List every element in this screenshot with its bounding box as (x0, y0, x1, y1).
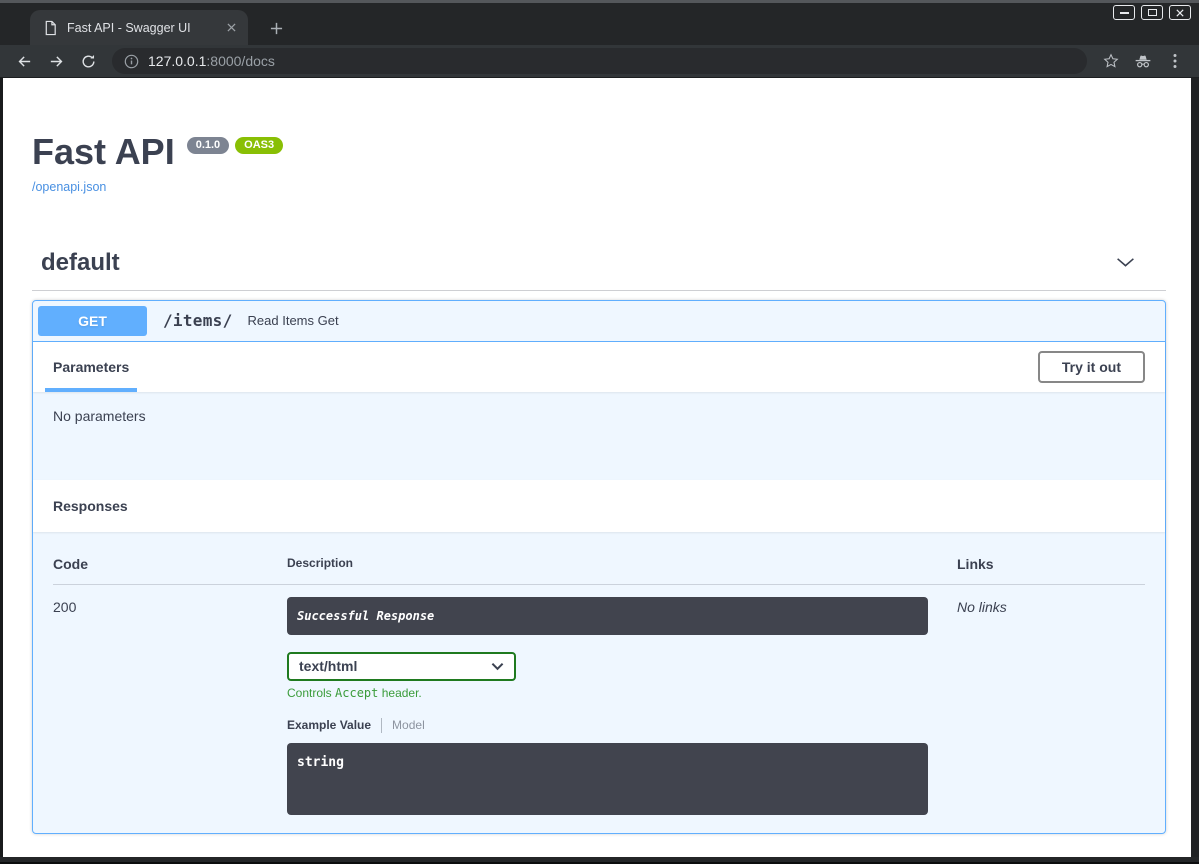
parameters-title: Parameters (53, 359, 129, 375)
no-parameters-message: No parameters (53, 408, 146, 424)
accept-note-code: Accept (335, 686, 378, 700)
try-it-out-button[interactable]: Try it out (1038, 351, 1145, 383)
operation-path: /items/ (147, 311, 243, 330)
accept-note-prefix: Controls (287, 686, 335, 700)
site-info-icon[interactable] (124, 54, 139, 69)
browser-toolbar: 127.0.0.1:8000/docs (0, 45, 1199, 78)
page-favicon-icon (43, 20, 58, 36)
response-description-text: Successful Response (297, 609, 434, 623)
oas3-badge: OAS3 (235, 137, 283, 154)
browser-window: Fast API - Swagger UI (0, 0, 1199, 864)
tab-title: Fast API - Swagger UI (67, 21, 213, 35)
back-icon[interactable] (10, 47, 38, 75)
responses-table: Code Description Links 200 Successful Re… (53, 544, 1145, 815)
tab-separator (381, 718, 382, 733)
example-value-text: string (297, 755, 344, 770)
http-method-badge[interactable]: GET (38, 306, 147, 336)
api-title: Fast API 0.1.0 OAS3 (32, 133, 1166, 171)
address-bar[interactable]: 127.0.0.1:8000/docs (112, 48, 1087, 74)
url-text: 127.0.0.1:8000/docs (148, 53, 275, 69)
api-info-section: Fast API 0.1.0 OAS3 /openapi.json (32, 133, 1166, 196)
links-column-header: Links (957, 544, 1145, 585)
swagger-page: Fast API 0.1.0 OAS3 /openapi.json defaul… (3, 78, 1191, 857)
operation-summary-text: Read Items Get (243, 313, 339, 328)
tab-example-value[interactable]: Example Value (287, 718, 371, 732)
tag-name: default (41, 249, 120, 277)
forward-icon[interactable] (42, 47, 70, 75)
operation-summary[interactable]: GET /items/ Read Items Get (33, 301, 1165, 342)
parameters-header: Parameters Try it out (33, 342, 1165, 392)
response-links: No links (957, 585, 1145, 815)
code-column-header: Code (53, 544, 287, 585)
media-type-select[interactable]: text/html (287, 652, 516, 681)
incognito-icon (1129, 47, 1157, 75)
window-bottom-border (0, 857, 1199, 864)
tag-section-header[interactable]: default (32, 249, 1166, 291)
window-right-border (1191, 78, 1199, 857)
minimize-button[interactable] (1113, 5, 1135, 20)
response-code: 200 (53, 585, 287, 815)
openapi-json-link[interactable]: /openapi.json (32, 180, 106, 194)
maximize-button[interactable] (1141, 5, 1163, 20)
tab-close-icon[interactable] (222, 19, 240, 37)
api-badges: 0.1.0 OAS3 (187, 137, 283, 154)
api-title-text: Fast API (32, 133, 175, 171)
opblock-get-items: GET /items/ Read Items Get Parameters Tr… (32, 300, 1166, 834)
accept-header-note: Controls Accept header. (287, 686, 957, 700)
url-host: 127.0.0.1 (148, 53, 206, 69)
browser-titlebar: Fast API - Swagger UI (0, 0, 1199, 45)
version-badge: 0.1.0 (187, 137, 229, 154)
parameters-tab: Parameters (53, 342, 129, 392)
accept-note-suffix: header. (378, 686, 421, 700)
browser-menu-icon[interactable] (1161, 47, 1189, 75)
tab-model[interactable]: Model (392, 718, 425, 732)
select-chevron-icon (491, 662, 504, 671)
response-description-box: Successful Response (287, 597, 928, 635)
media-type-value: text/html (299, 658, 357, 674)
close-button[interactable] (1169, 5, 1191, 20)
browser-tab[interactable]: Fast API - Swagger UI (30, 10, 248, 45)
chevron-down-icon[interactable] (1115, 252, 1136, 273)
parameters-tab-indicator (45, 388, 137, 392)
description-column-header: Description (287, 544, 957, 585)
new-tab-button[interactable] (262, 14, 290, 42)
reload-icon[interactable] (74, 47, 102, 75)
responses-header: Responses (33, 480, 1165, 532)
parameters-body: No parameters (33, 392, 1165, 480)
example-value-box: string (287, 743, 928, 815)
responses-title: Responses (53, 498, 128, 514)
responses-body: Code Description Links 200 Successful Re… (33, 532, 1165, 833)
url-path: :8000/docs (206, 53, 275, 69)
window-controls (1113, 5, 1191, 20)
model-example-tabs: Example Value Model (287, 718, 957, 733)
bookmark-star-icon[interactable] (1097, 47, 1125, 75)
response-description-cell: Successful Response text/html Controls A… (287, 585, 957, 815)
